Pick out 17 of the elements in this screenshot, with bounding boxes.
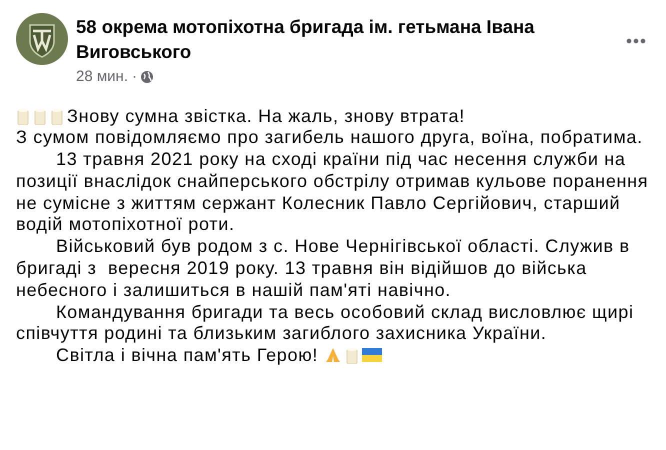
post-time[interactable]: 28 мин. bbox=[76, 66, 128, 88]
candle-icon bbox=[50, 106, 64, 124]
post-paragraph: 13 травня 2021 року на сході країни під час несення служби на позиції внаслідок снайперського обстрілу отримав кульове поранення не сумісне з життям сержант Колесник Павло Сергійович, старший водій мотопіхотної роти. bbox=[16, 149, 650, 234]
page-name[interactable]: 58 окрема мотопіхотна бригада ім. гетьмана Івана Виговського bbox=[76, 14, 576, 64]
avatar[interactable] bbox=[16, 13, 68, 65]
candle-icon bbox=[33, 106, 47, 124]
post-paragraph: Командування бригади та весь особовий склад висловлює щирі співчуття родині та близьким загиблого захисника України. bbox=[16, 302, 635, 344]
candle-icon bbox=[16, 106, 30, 124]
globe-icon bbox=[141, 71, 153, 84]
post-paragraph: З сумом повідомляємо про загибель нашого друга, воїна, побратима. bbox=[16, 127, 643, 148]
post-paragraph: Світла і вічна пам'ять Герою! bbox=[56, 345, 318, 366]
post-paragraph: Знову сумна звістка. На жаль, знову втрата! bbox=[67, 106, 465, 126]
post-paragraph: Військовий був родом з с. Нове Чернігівської області. Служив в бригаді з вересня 2019 року. 13 травня він відійшов до війська небесного і залишиться в нашій пам'яті навічно. bbox=[16, 236, 631, 300]
more-icon bbox=[626, 38, 646, 44]
flag-icon bbox=[362, 347, 382, 364]
candle-icon bbox=[344, 346, 359, 364]
separator-dot: · bbox=[132, 67, 137, 87]
